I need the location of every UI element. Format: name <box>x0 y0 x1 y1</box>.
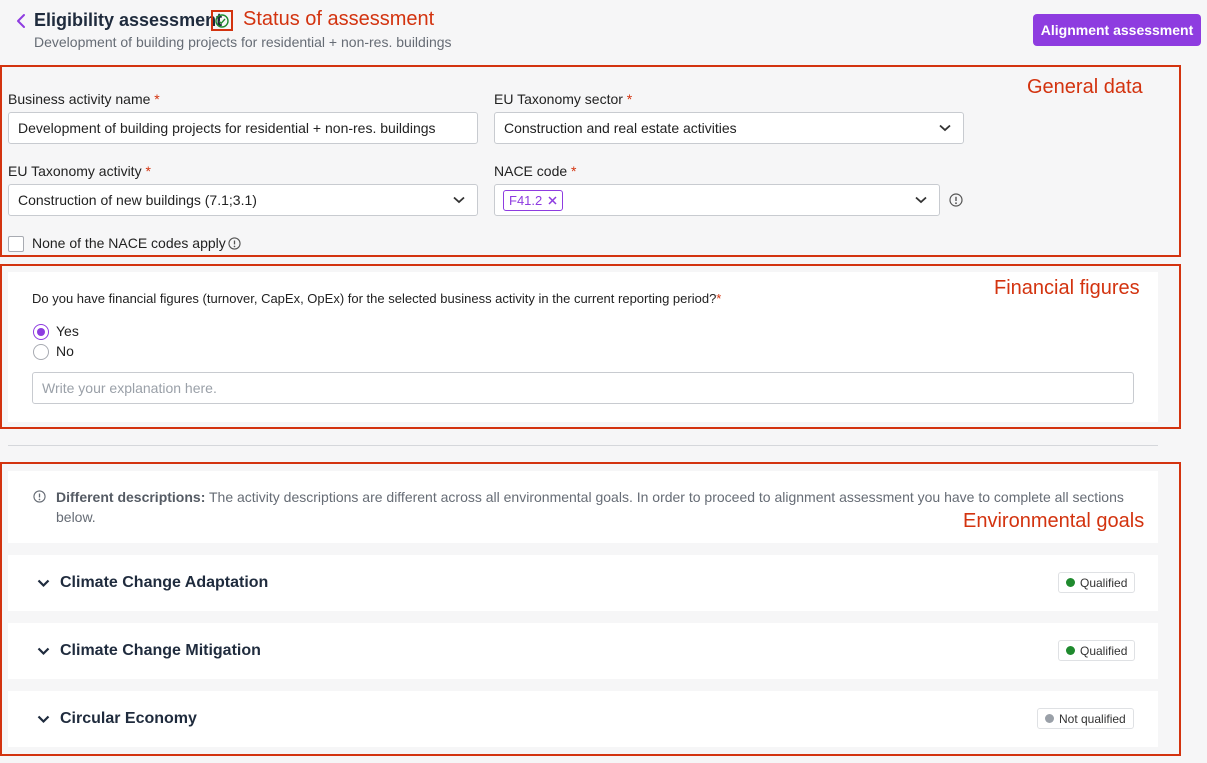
section-divider <box>8 445 1158 446</box>
nace-chip-label: F41.2 <box>509 192 543 208</box>
chevron-down-icon <box>915 196 927 204</box>
radio-no-label: No <box>56 343 74 359</box>
chevron-down-icon <box>939 124 951 132</box>
none-apply-checkbox[interactable] <box>8 236 24 252</box>
status-dot-icon <box>1066 646 1075 655</box>
goal-title: Climate Change Adaptation <box>60 574 269 591</box>
business-activity-value: Development of building projects for res… <box>18 120 436 136</box>
chevron-down-icon[interactable] <box>37 647 50 656</box>
page-subtitle: Development of building projects for res… <box>34 34 452 50</box>
explanation-input[interactable]: Write your explanation here. <box>32 372 1134 404</box>
status-badge: Not qualified <box>1037 708 1134 729</box>
sector-value: Construction and real estate activities <box>504 120 737 136</box>
chevron-down-icon[interactable] <box>37 715 50 724</box>
none-apply-label: None of the NACE codes apply <box>32 235 226 251</box>
radio-yes[interactable] <box>33 324 49 340</box>
annotation-general: General data <box>1027 76 1143 98</box>
annotation-environmental: Environmental goals <box>963 510 1145 532</box>
sector-select[interactable]: Construction and real estate activities <box>494 112 964 144</box>
remove-chip-icon[interactable] <box>548 195 557 205</box>
radio-no[interactable] <box>33 344 49 360</box>
nace-chip: F41.2 <box>503 189 564 211</box>
nace-label: NACE code * <box>494 163 577 179</box>
radio-yes-label: Yes <box>56 323 79 339</box>
annotation-status: Status of assessment <box>243 8 435 30</box>
alignment-assessment-button[interactable]: Alignment assessment <box>1033 14 1201 46</box>
business-activity-label: Business activity name * <box>8 91 160 107</box>
chevron-down-icon[interactable] <box>37 579 50 588</box>
sector-label: EU Taxonomy sector * <box>494 91 633 107</box>
page-title: Eligibility assessment <box>34 10 223 30</box>
status-indicator <box>211 10 233 31</box>
back-chevron-icon[interactable] <box>13 12 29 30</box>
info-icon[interactable] <box>228 237 241 250</box>
goal-title: Climate Change Mitigation <box>60 642 261 659</box>
status-badge: Qualified <box>1058 640 1136 661</box>
nace-select[interactable]: F41.2 <box>494 184 940 216</box>
info-icon[interactable] <box>949 193 963 207</box>
goal-title: Circular Economy <box>60 710 197 727</box>
info-icon <box>33 490 46 503</box>
check-circle-icon <box>215 14 229 28</box>
chevron-down-icon <box>453 196 465 204</box>
activity-label: EU Taxonomy activity * <box>8 163 151 179</box>
status-dot-icon <box>1045 714 1054 723</box>
status-dot-icon <box>1066 578 1075 587</box>
annotation-financial: Financial figures <box>994 277 1140 299</box>
financial-question: Do you have financial figures (turnover,… <box>32 291 722 306</box>
business-activity-input[interactable]: Development of building projects for res… <box>8 112 478 144</box>
activity-select[interactable]: Construction of new buildings (7.1;3.1) <box>8 184 478 216</box>
status-badge: Qualified <box>1058 572 1136 593</box>
activity-value: Construction of new buildings (7.1;3.1) <box>18 192 257 208</box>
